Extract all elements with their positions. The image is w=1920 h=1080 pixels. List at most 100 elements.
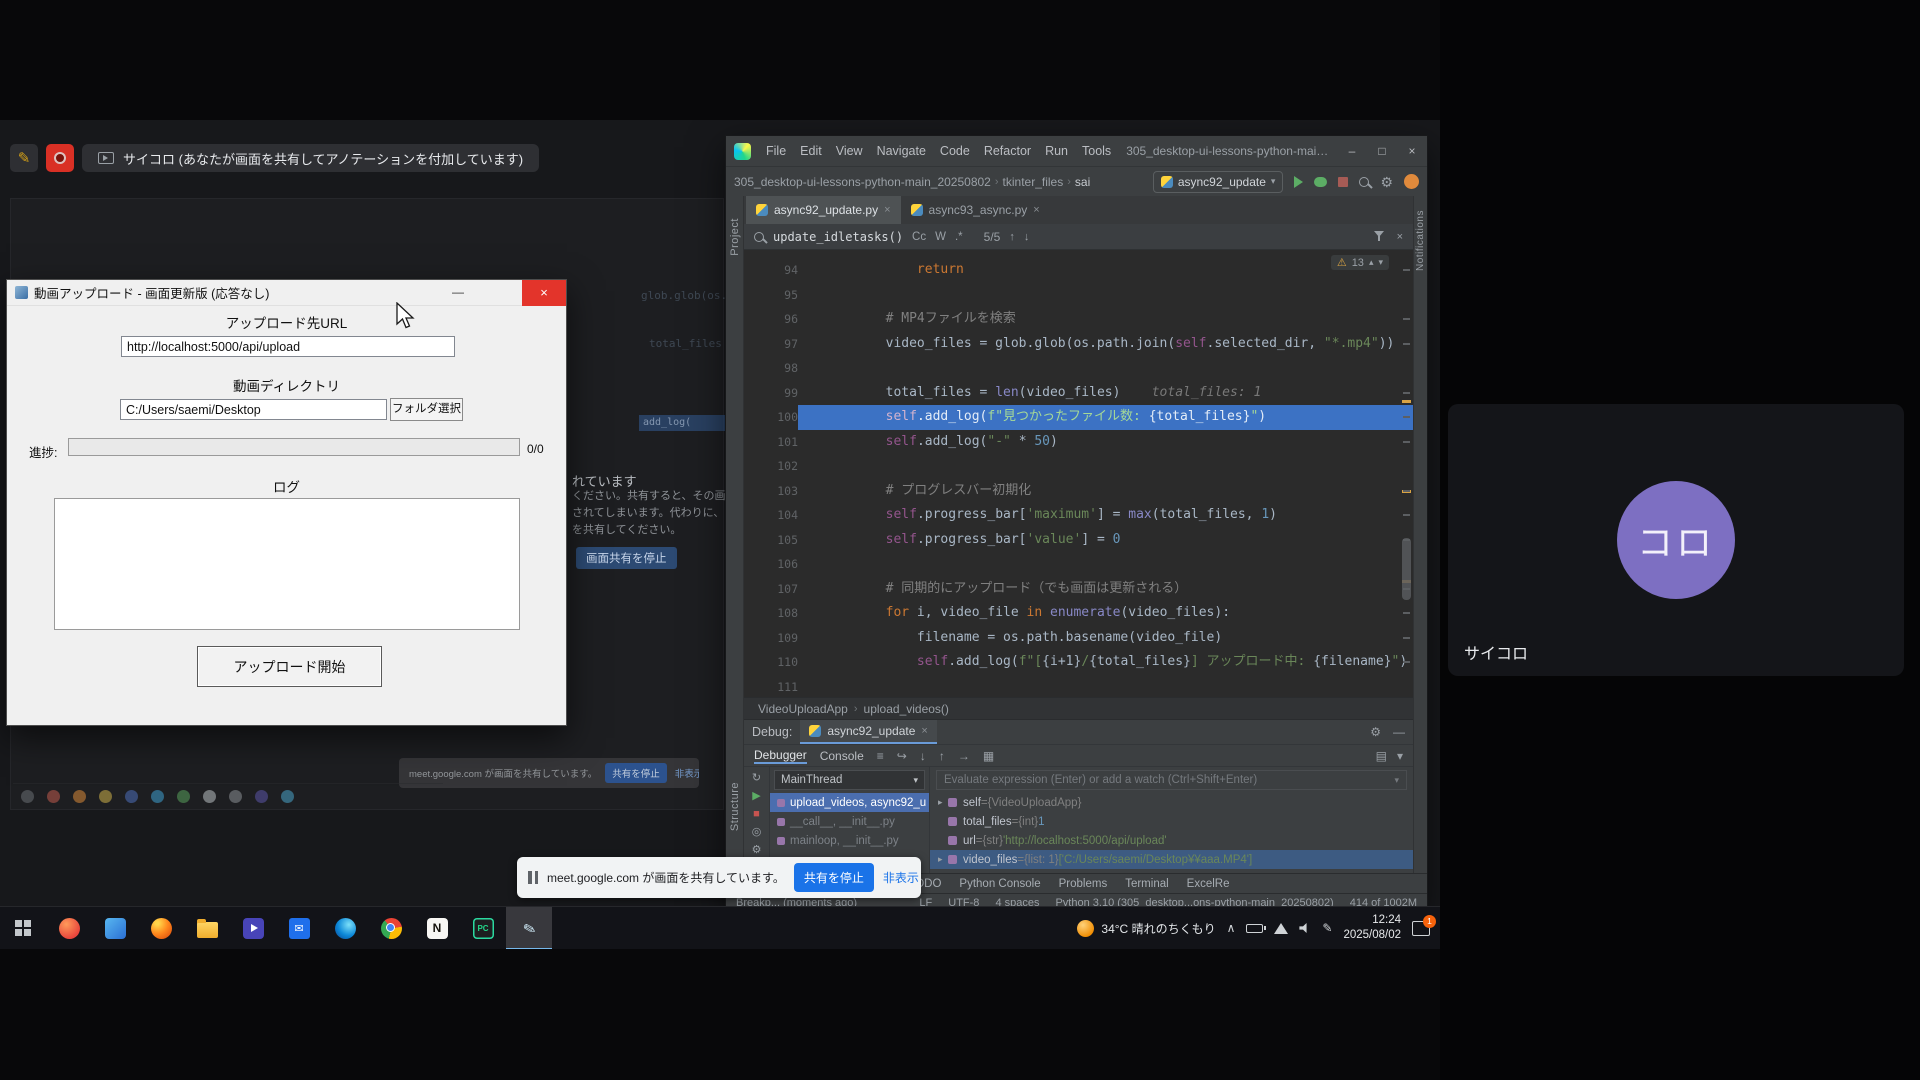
stop-sharing-button[interactable]: 共有を停止	[794, 863, 874, 892]
recording-indicator[interactable]	[46, 144, 74, 172]
breadcrumb-method[interactable]: upload_videos()	[864, 702, 949, 716]
run-configuration-select[interactable]: async92_update ▾	[1153, 171, 1284, 193]
code-line-99[interactable]: 99 total_files = len(video_files) total_…	[744, 381, 1413, 406]
menu-navigate[interactable]: Navigate	[870, 144, 933, 158]
stop-button[interactable]	[1338, 177, 1348, 187]
code-line-104[interactable]: 104 self.progress_bar['maximum'] = max(t…	[744, 503, 1413, 528]
video-directory-input[interactable]	[120, 399, 387, 420]
breadcrumb-item[interactable]: tkinter_files	[1003, 175, 1064, 189]
participant-tile[interactable]: コロ サイコロ	[1448, 404, 1904, 676]
menu-run[interactable]: Run	[1038, 144, 1075, 158]
taskbar-notion[interactable]	[414, 907, 460, 950]
code-line-107[interactable]: 107 # 同期的にアップロード（でも画面は更新される）	[744, 577, 1413, 602]
inspections-widget[interactable]: ⚠ 13 ▴ ▾	[1331, 255, 1389, 270]
code-line-102[interactable]: 102	[744, 454, 1413, 479]
menu-file[interactable]: File	[759, 144, 793, 158]
code-line-95[interactable]: 95	[744, 283, 1413, 308]
hide-tool-window-icon[interactable]: —	[1393, 725, 1405, 739]
taskbar-firefox[interactable]	[138, 907, 184, 950]
error-stripe[interactable]	[1399, 250, 1413, 697]
start-button[interactable]	[0, 907, 46, 950]
minimize-icon[interactable]: –	[1337, 136, 1367, 166]
code-line-96[interactable]: 96 # MP4ファイルを検索	[744, 307, 1413, 332]
step-over-icon[interactable]: ↪	[897, 750, 907, 762]
hide-notification-link[interactable]: 非表示	[883, 869, 919, 886]
step-into-icon[interactable]: ↓	[920, 750, 926, 762]
network-icon[interactable]	[1274, 923, 1288, 934]
debug-frame[interactable]: mainloop, __init__.py	[770, 831, 929, 850]
ai-assistant-icon[interactable]	[1404, 174, 1419, 189]
debug-variable-total_files[interactable]: total_files = {int} 1	[930, 812, 1413, 831]
volume-icon[interactable]	[1299, 923, 1311, 934]
battery-icon[interactable]	[1246, 924, 1263, 933]
editor-tab-async93_async.py[interactable]: async93_async.py×	[901, 196, 1050, 224]
run-to-cursor-icon[interactable]: →	[958, 750, 970, 762]
debug-frame[interactable]: upload_videos, async92_u	[770, 793, 929, 812]
code-line-94[interactable]: 94 return	[744, 258, 1413, 283]
menu-view[interactable]: View	[829, 144, 870, 158]
maximize-icon[interactable]: □	[1367, 136, 1397, 166]
layout-icon[interactable]: ≡	[877, 750, 884, 762]
notification-center-icon[interactable]: 1	[1412, 921, 1430, 936]
hidden-icons-chevron[interactable]: ∧	[1227, 922, 1236, 934]
menu-tools[interactable]: Tools	[1075, 144, 1118, 158]
code-line-98[interactable]: 98	[744, 356, 1413, 381]
clock[interactable]: 12:24 2025/08/02	[1343, 913, 1401, 943]
debug-frame[interactable]: __call__, __init__.py	[770, 812, 929, 831]
evaluate-expression-icon[interactable]: ▦	[983, 750, 994, 762]
rerun-icon[interactable]: ↻	[752, 773, 761, 784]
debug-session-tab[interactable]: async92_update ×	[800, 720, 937, 744]
resume-icon[interactable]: ▶	[752, 791, 760, 802]
code-line-101[interactable]: 101 self.add_log("-" * 50)	[744, 430, 1413, 455]
step-out-icon[interactable]: ↑	[939, 750, 945, 762]
menu-refactor[interactable]: Refactor	[977, 144, 1038, 158]
debug-variable-self[interactable]: ▸self = {VideoUploadApp}	[930, 793, 1413, 812]
toolwindow-button-python-console[interactable]: Python Console	[959, 878, 1040, 890]
toolwindow-button-excelre[interactable]: ExcelRe	[1187, 878, 1230, 890]
taskbar-pycharm[interactable]	[460, 907, 506, 950]
code-line-111[interactable]: 111	[744, 675, 1413, 698]
code-line-100[interactable]: 100 self.add_log(f"見つかったファイル数: {total_fi…	[744, 405, 1413, 430]
settings-icon[interactable]: ⚙	[1380, 175, 1393, 189]
thread-selector[interactable]: MainThread ▾	[774, 770, 925, 790]
code-line-108[interactable]: 108 for i, video_file in enumerate(video…	[744, 601, 1413, 626]
stop-icon[interactable]: ■	[753, 809, 760, 820]
debug-variable-video_files[interactable]: ▸video_files = {list: 1} ['C:/Users/saem…	[930, 850, 1413, 869]
code-line-106[interactable]: 106	[744, 552, 1413, 577]
debug-button[interactable]	[1314, 177, 1327, 187]
toolwindow-button-problems[interactable]: Problems	[1059, 878, 1108, 890]
dialog-titlebar[interactable]: 動画アップロード - 画面更新版 (応答なし) — ×	[7, 280, 566, 306]
folder-select-button[interactable]: フォルダ選択	[390, 398, 463, 421]
evaluate-expression-field[interactable]: Evaluate expression (Enter) or add a wat…	[936, 770, 1407, 790]
start-upload-button[interactable]: アップロード開始	[197, 646, 382, 687]
console-tab[interactable]: Console	[820, 749, 864, 763]
log-textarea[interactable]	[54, 498, 520, 630]
close-find-icon[interactable]: ×	[1397, 231, 1403, 243]
code-line-103[interactable]: 103 # プログレスバー初期化	[744, 479, 1413, 504]
notifications-tool-button[interactable]: Notifications	[1415, 210, 1426, 271]
code-editor[interactable]: 94 return9596 # MP4ファイルを検索97 video_files…	[744, 250, 1413, 697]
taskbar-chrome[interactable]	[368, 907, 414, 950]
close-icon[interactable]: ×	[1397, 136, 1427, 166]
toolwindow-button-terminal[interactable]: Terminal	[1125, 878, 1168, 890]
taskbar-edge[interactable]	[322, 907, 368, 950]
annotation-pen-button[interactable]: ✎	[10, 144, 38, 172]
pycharm-titlebar[interactable]: FileEditViewNavigateCodeRefactorRunTools…	[726, 136, 1427, 166]
match-case-toggle[interactable]: Cc	[912, 231, 926, 243]
debug-variable-url[interactable]: url = {str} 'http://localhost:5000/api/u…	[930, 831, 1413, 850]
tab-close-icon[interactable]: ×	[1033, 204, 1039, 216]
filter-icon[interactable]	[1374, 231, 1385, 242]
tab-close-icon[interactable]: ×	[884, 204, 890, 216]
scrollbar-thumb[interactable]	[1402, 538, 1411, 600]
taskbar-uploader[interactable]	[506, 907, 552, 950]
menu-edit[interactable]: Edit	[793, 144, 829, 158]
whole-words-toggle[interactable]: W	[935, 231, 946, 243]
next-problem-icon[interactable]: ▾	[1378, 257, 1383, 268]
debug-settings-icon[interactable]: ⚙	[1370, 725, 1381, 739]
view-breakpoints-icon[interactable]: ◎	[752, 827, 762, 838]
code-line-109[interactable]: 109 filename = os.path.basename(video_fi…	[744, 626, 1413, 651]
code-line-110[interactable]: 110 self.add_log(f"[{i+1}/{total_files}]…	[744, 650, 1413, 675]
taskbar-app-orange[interactable]	[46, 907, 92, 950]
structure-tool-button[interactable]: Structure	[729, 782, 741, 831]
code-line-105[interactable]: 105 self.progress_bar['value'] = 0	[744, 528, 1413, 553]
